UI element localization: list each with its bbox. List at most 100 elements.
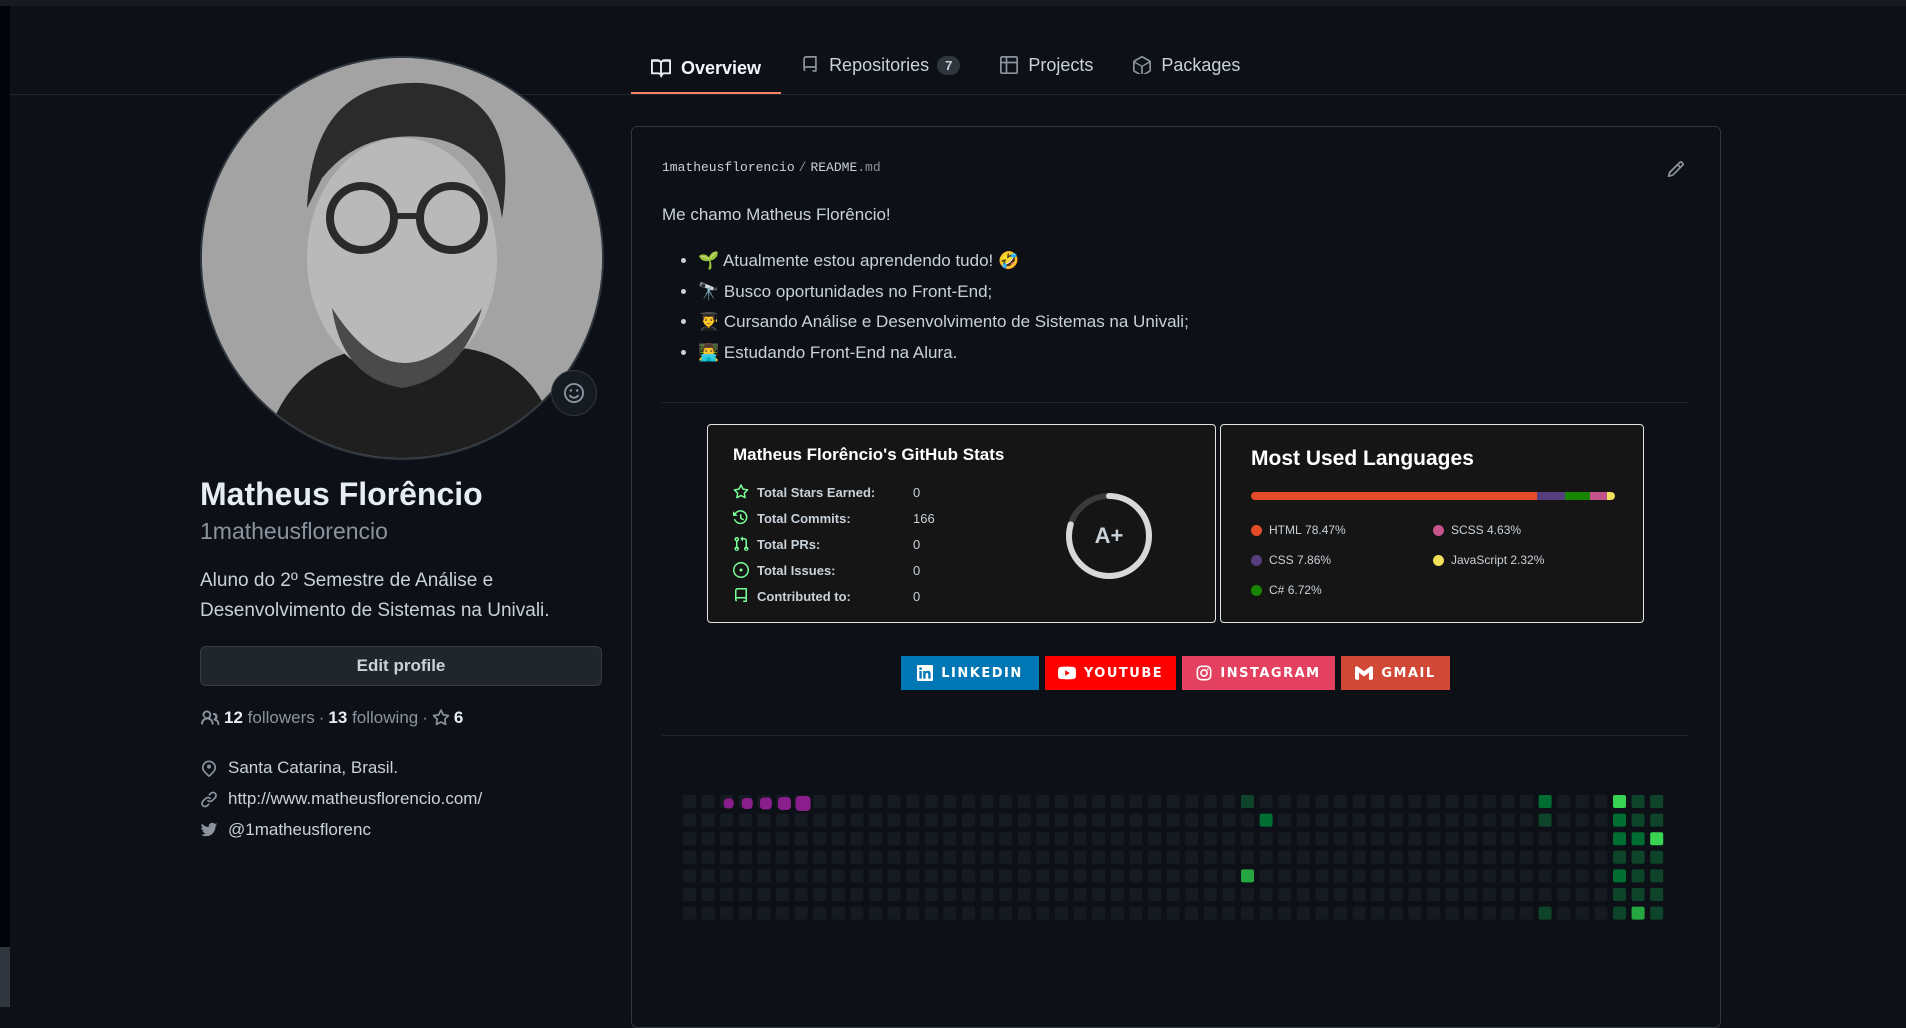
- contribution-cell: [1222, 850, 1236, 864]
- followers-label: followers: [247, 708, 315, 727]
- contribution-cell: [1371, 906, 1385, 920]
- snake-segment: [778, 797, 791, 810]
- contribution-cell: [1650, 869, 1664, 883]
- contribution-cell: [1222, 813, 1236, 827]
- website-link[interactable]: http://www.matheusflorencio.com/: [228, 789, 482, 809]
- youtube-badge[interactable]: YOUTUBE: [1045, 656, 1176, 690]
- contribution-cell: [1631, 832, 1645, 846]
- following-label: following: [352, 708, 419, 727]
- instagram-badge[interactable]: INSTAGRAM: [1182, 656, 1335, 690]
- contribution-cell: [887, 869, 901, 883]
- tab-projects[interactable]: Projects: [980, 44, 1113, 86]
- contribution-cell: [962, 813, 975, 827]
- contribution-cell: [869, 888, 882, 901]
- tab-projects-label: Projects: [1028, 54, 1094, 75]
- twitter-icon: [200, 822, 218, 837]
- edit-profile-button[interactable]: Edit profile: [200, 646, 602, 686]
- contribution-cell: [850, 795, 864, 808]
- contribution-cell: [943, 906, 957, 920]
- contribution-cell: [1185, 869, 1199, 883]
- linkedin-badge[interactable]: LINKEDIN: [901, 656, 1039, 690]
- contribution-cell: [1073, 869, 1087, 883]
- contribution-cell: [1222, 869, 1236, 883]
- contribution-cell: [701, 906, 715, 920]
- set-status-button[interactable]: [551, 370, 597, 416]
- contribution-cell: [701, 850, 715, 864]
- youtube-icon: [1057, 666, 1076, 680]
- contribution-cell: [962, 795, 975, 808]
- contribution-cell: [1613, 850, 1626, 864]
- top-strip: [0, 0, 1906, 6]
- star-icon: [733, 484, 749, 499]
- contribution-cell: [1408, 832, 1422, 846]
- issue-icon: [733, 562, 749, 578]
- list-item: 👨‍🎓 Cursando Análise e Desenvolvimento d…: [698, 307, 1189, 338]
- tab-repositories[interactable]: Repositories 7: [781, 44, 980, 86]
- twitter-link[interactable]: @1matheusflorenc: [228, 820, 371, 840]
- following-link[interactable]: 13 following: [328, 708, 418, 728]
- profile-login: 1matheusflorencio: [200, 518, 388, 544]
- contribution-cell: [1073, 795, 1087, 808]
- contribution-cell: [1427, 795, 1440, 808]
- tab-packages[interactable]: Packages: [1113, 44, 1260, 86]
- contribution-cell: [887, 832, 901, 846]
- contribution-cell: [1594, 906, 1608, 920]
- gmail-badge[interactable]: GMAIL: [1341, 656, 1450, 690]
- tab-overview[interactable]: Overview: [631, 44, 782, 94]
- package-icon: [1133, 56, 1152, 74]
- contribution-cell: [1036, 813, 1050, 827]
- contribution-cell: [1315, 850, 1329, 864]
- contribution-cell: [1389, 888, 1403, 901]
- legend-dot: [1433, 554, 1444, 566]
- divider: [662, 735, 1688, 736]
- contribution-cell: [1315, 795, 1329, 808]
- languages-card[interactable]: Most Used Languages HTML 78.47% CSS 7.86…: [1220, 424, 1644, 623]
- contribution-cell: [943, 795, 957, 808]
- contribution-cell: [720, 850, 734, 864]
- contribution-cell: [1222, 888, 1236, 901]
- contribution-cell: [1129, 795, 1143, 808]
- contribution-cell: [906, 906, 920, 920]
- readme-file-name[interactable]: README: [810, 160, 857, 175]
- contribution-cell: [1073, 850, 1087, 864]
- contribution-cell: [757, 813, 771, 827]
- contribution-cell: [980, 869, 994, 883]
- stars-count: 6: [453, 708, 464, 727]
- contribution-cell: [720, 869, 734, 883]
- contribution-cell: [1110, 869, 1124, 883]
- contribution-cell: [1464, 795, 1478, 808]
- stars-link[interactable]: 6: [432, 708, 463, 728]
- star-icon: [432, 709, 450, 726]
- contribution-cell: [1650, 888, 1664, 901]
- contribution-cell: [1315, 869, 1329, 883]
- legend-item: HTML 78.47%: [1251, 523, 1346, 537]
- contribution-cell: [1055, 906, 1068, 920]
- contribution-cell: [1185, 888, 1199, 901]
- github-stats-card[interactable]: Matheus Florêncio's GitHub Stats Total S…: [707, 424, 1216, 623]
- contribution-cell: [1482, 888, 1496, 901]
- readme-owner-link[interactable]: 1matheusflorencio: [662, 160, 795, 175]
- legend-percent: 6.72%: [1287, 583, 1322, 597]
- contribution-cell: [1557, 850, 1571, 864]
- avatar[interactable]: [200, 56, 604, 460]
- contribution-cell: [701, 869, 715, 883]
- grade-text: A+: [1095, 523, 1124, 548]
- contribution-cell: [1055, 832, 1068, 846]
- contribution-cell: [776, 832, 789, 846]
- contribution-cell: [1501, 832, 1515, 846]
- stat-value: 0: [913, 536, 921, 552]
- followers-link[interactable]: 12 followers: [224, 708, 315, 728]
- contribution-cell: [943, 850, 957, 864]
- contribution-cell: [1334, 795, 1347, 808]
- contribution-cell: [1427, 813, 1440, 827]
- contribution-cell: [1371, 795, 1385, 808]
- edit-readme-button[interactable]: [1667, 160, 1685, 183]
- contribution-cell: [1185, 813, 1199, 827]
- contribution-cell: [1501, 795, 1515, 808]
- contribution-cell: [1259, 888, 1273, 901]
- contribution-cell: [757, 850, 771, 864]
- contribution-cell: [980, 888, 994, 901]
- contribution-cell: [1520, 795, 1533, 808]
- legend-dot: [1251, 584, 1262, 596]
- contribution-cell: [1575, 906, 1589, 920]
